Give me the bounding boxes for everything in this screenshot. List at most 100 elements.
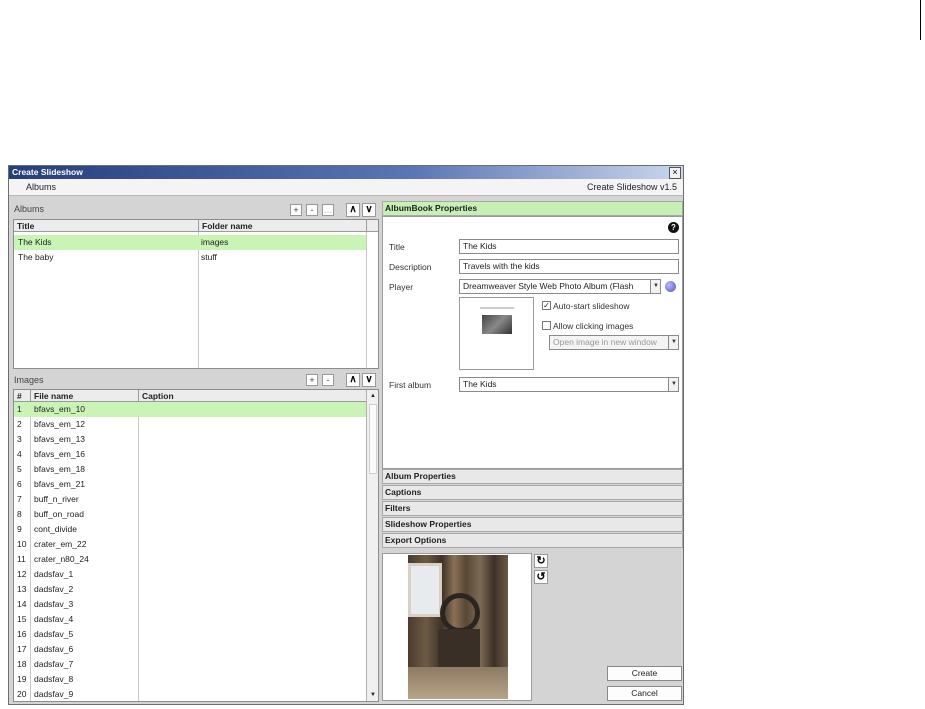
image-filename-cell: buff_on_road bbox=[34, 509, 84, 519]
image-number-cell: 13 bbox=[17, 584, 27, 594]
scroll-thumb[interactable] bbox=[369, 404, 377, 474]
image-number-cell: 3 bbox=[17, 434, 22, 444]
title-bar: Create Slideshow × bbox=[9, 166, 683, 179]
player-select[interactable]: Dreamweaver Style Web Photo Album (Flash… bbox=[459, 279, 661, 294]
table-row[interactable]: The Kids images bbox=[14, 235, 366, 250]
image-filename-cell: bfavs_em_13 bbox=[34, 434, 86, 444]
page-edge-bar bbox=[920, 0, 921, 40]
add-image-button[interactable]: + bbox=[306, 374, 318, 386]
auto-start-label: Auto-start slideshow bbox=[553, 301, 630, 311]
image-filename-cell: cont_divide bbox=[34, 524, 78, 534]
allow-clicking-checkbox[interactable] bbox=[542, 321, 551, 330]
albums-scroll-divider bbox=[366, 232, 367, 368]
add-album-button[interactable]: + bbox=[290, 204, 302, 216]
description-label: Description bbox=[389, 262, 432, 272]
player-thumbnail bbox=[459, 297, 534, 370]
table-row[interactable]: 3 bfavs_em_13 bbox=[14, 432, 366, 447]
albums-label: Albums bbox=[14, 204, 45, 214]
title-label: Title bbox=[389, 242, 405, 252]
image-number-cell: 2 bbox=[17, 419, 22, 429]
image-preview bbox=[382, 553, 532, 701]
table-row[interactable]: 9 cont_divide bbox=[14, 522, 366, 537]
image-filename-cell: crater_em_22 bbox=[34, 539, 87, 549]
rotate-ccw-icon[interactable]: ↺ bbox=[534, 570, 548, 584]
close-button[interactable]: × bbox=[669, 167, 681, 179]
table-row[interactable]: 16 dadsfav_5 bbox=[14, 627, 366, 642]
image-number-cell: 16 bbox=[17, 629, 27, 639]
auto-start-checkbox[interactable]: ✓ bbox=[542, 301, 551, 310]
image-number-cell: 14 bbox=[17, 599, 27, 609]
first-album-select[interactable]: The Kids ▼ bbox=[459, 377, 679, 392]
albums-table: Title Folder name The Kids images The ba… bbox=[13, 219, 379, 369]
image-number-cell: 11 bbox=[17, 554, 26, 564]
albums-col-title[interactable]: Title bbox=[14, 220, 198, 232]
table-row[interactable]: 5 bfavs_em_18 bbox=[14, 462, 366, 477]
menu-albums[interactable]: Albums bbox=[26, 182, 56, 192]
rotate-cw-icon[interactable]: ↻ bbox=[534, 554, 548, 568]
chevron-down-icon[interactable]: ▼ bbox=[668, 336, 678, 349]
table-row[interactable]: 20 dadsfav_9 bbox=[14, 687, 366, 701]
album-down-button[interactable]: ∨ bbox=[362, 203, 376, 217]
scroll-up-button[interactable]: ▲ bbox=[367, 390, 378, 402]
images-col-number[interactable]: # bbox=[14, 390, 30, 402]
image-filename-cell: dadsfav_1 bbox=[34, 569, 74, 579]
section-export-options[interactable]: Export Options bbox=[382, 533, 683, 548]
albums-col-folder[interactable]: Folder name bbox=[198, 220, 366, 232]
table-row[interactable]: 7 buff_n_river bbox=[14, 492, 366, 507]
table-row[interactable]: 6 bfavs_em_21 bbox=[14, 477, 366, 492]
album-up-button[interactable]: ∧ bbox=[346, 203, 360, 217]
open-image-select[interactable]: Open image in new window ▼ bbox=[549, 335, 679, 350]
table-row[interactable]: 2 bfavs_em_12 bbox=[14, 417, 366, 432]
remove-album-button[interactable]: - bbox=[306, 204, 318, 216]
table-row[interactable]: 15 dadsfav_4 bbox=[14, 612, 366, 627]
edit-album-button[interactable]: … bbox=[322, 204, 334, 216]
table-row[interactable]: The baby stuff bbox=[14, 250, 366, 265]
table-row[interactable]: 19 dadsfav_8 bbox=[14, 672, 366, 687]
section-album-properties[interactable]: Album Properties bbox=[382, 469, 683, 484]
help-icon[interactable]: ? bbox=[668, 222, 679, 233]
images-scrollbar[interactable]: ▲ ▼ bbox=[366, 390, 378, 701]
section-captions[interactable]: Captions bbox=[382, 485, 683, 500]
image-number-cell: 4 bbox=[17, 449, 22, 459]
section-filters[interactable]: Filters bbox=[382, 501, 683, 516]
version-label: Create Slideshow v1.5 bbox=[586, 182, 677, 192]
table-row[interactable]: 13 dadsfav_2 bbox=[14, 582, 366, 597]
remove-image-button[interactable]: - bbox=[322, 374, 334, 386]
image-up-button[interactable]: ∧ bbox=[346, 373, 360, 387]
table-row[interactable]: 18 dadsfav_7 bbox=[14, 657, 366, 672]
image-filename-cell: dadsfav_6 bbox=[34, 644, 74, 654]
first-album-value: The Kids bbox=[463, 379, 497, 389]
table-row[interactable]: 1 bfavs_em_10 bbox=[14, 402, 366, 417]
albumbook-properties-header[interactable]: AlbumBook Properties bbox=[382, 201, 683, 216]
section-slideshow-properties[interactable]: Slideshow Properties bbox=[382, 517, 683, 532]
thumbnail-line bbox=[480, 307, 514, 309]
description-field[interactable]: Travels with the kids bbox=[459, 259, 679, 274]
table-row[interactable]: 14 dadsfav_3 bbox=[14, 597, 366, 612]
scroll-down-button[interactable]: ▼ bbox=[367, 689, 378, 701]
album-title-cell: The baby bbox=[18, 252, 54, 262]
image-number-cell: 12 bbox=[17, 569, 27, 579]
image-number-cell: 8 bbox=[17, 509, 22, 519]
chevron-down-icon[interactable]: ▼ bbox=[650, 280, 660, 293]
create-button[interactable]: Create bbox=[607, 666, 682, 681]
player-label: Player bbox=[389, 282, 414, 292]
image-filename-cell: dadsfav_5 bbox=[34, 629, 74, 639]
table-row[interactable]: 8 buff_on_road bbox=[14, 507, 366, 522]
image-filename-cell: crater_n80_24 bbox=[34, 554, 89, 564]
table-row[interactable]: 17 dadsfav_6 bbox=[14, 642, 366, 657]
images-col-caption[interactable]: Caption bbox=[138, 390, 366, 402]
title-field[interactable]: The Kids bbox=[459, 239, 679, 254]
image-down-button[interactable]: ∨ bbox=[362, 373, 376, 387]
images-col-filename[interactable]: File name bbox=[30, 390, 138, 402]
table-row[interactable]: 4 bfavs_em_16 bbox=[14, 447, 366, 462]
table-row[interactable]: 12 dadsfav_1 bbox=[14, 567, 366, 582]
album-folder-cell: images bbox=[201, 237, 229, 247]
cancel-button[interactable]: Cancel bbox=[607, 686, 682, 701]
album-title-cell: The Kids bbox=[18, 237, 52, 247]
chevron-down-icon[interactable]: ▼ bbox=[668, 378, 678, 391]
photo-floor bbox=[408, 667, 508, 699]
table-row[interactable]: 11 crater_n80_24 bbox=[14, 552, 366, 567]
window-title: Create Slideshow bbox=[12, 167, 83, 177]
table-row[interactable]: 10 crater_em_22 bbox=[14, 537, 366, 552]
player-options-icon[interactable] bbox=[665, 281, 676, 292]
